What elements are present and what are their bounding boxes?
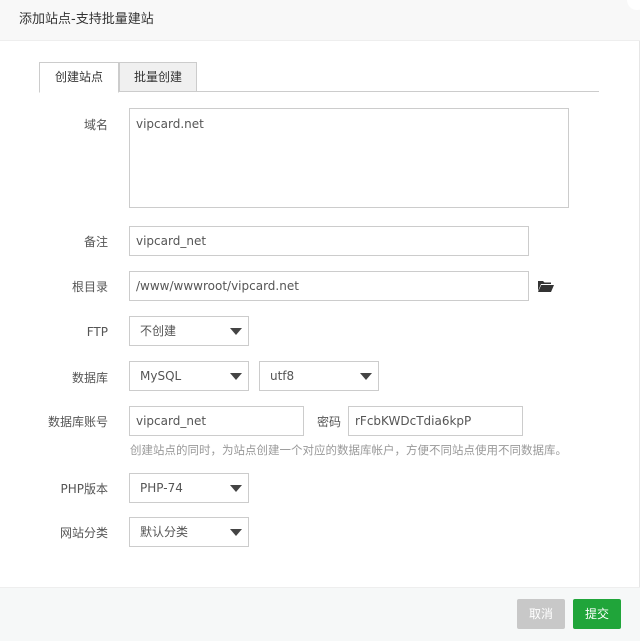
- db-account-input[interactable]: vipcard_net: [129, 406, 304, 436]
- remark-label: 备注: [83, 235, 108, 249]
- site-category-select[interactable]: 默认分类: [129, 517, 249, 547]
- chevron-down-icon: [230, 485, 242, 492]
- site-category-label: 网站分类: [59, 526, 108, 540]
- root-dir-label: 根目录: [71, 280, 108, 294]
- php-version-label: PHP版本: [60, 482, 109, 496]
- remark-input[interactable]: vipcard_net: [129, 226, 529, 256]
- chevron-down-icon: [360, 373, 372, 380]
- ftp-select-value: 不创建: [140, 324, 177, 338]
- db-hint-text: 创建站点的同时，为站点创建一个对应的数据库帐户，方便不同站点使用不同数据库。: [130, 443, 567, 457]
- add-site-dialog: 添加站点-支持批量建站 创建站点 批量创建 域名 vipcard.net 备注 …: [0, 0, 640, 641]
- ftp-label: FTP: [86, 325, 108, 339]
- php-version-value: PHP-74: [140, 481, 183, 495]
- chevron-down-icon: [230, 529, 242, 536]
- tab-batch-create[interactable]: 批量创建: [119, 62, 197, 92]
- tab-create-site[interactable]: 创建站点: [39, 62, 119, 93]
- database-type-select[interactable]: MySQL: [129, 361, 249, 391]
- tab-bar: 创建站点 批量创建: [39, 62, 599, 93]
- database-charset-select[interactable]: utf8: [259, 361, 379, 391]
- cancel-button[interactable]: 取消: [517, 599, 565, 629]
- dialog-titlebar: 添加站点-支持批量建站: [0, 0, 640, 41]
- db-password-input[interactable]: rFcbKWDcTdia6kpP: [348, 406, 523, 436]
- domain-label: 域名: [83, 118, 108, 132]
- chevron-down-icon: [230, 373, 242, 380]
- database-label: 数据库: [71, 371, 108, 385]
- database-charset-value: utf8: [270, 369, 295, 383]
- root-dir-input[interactable]: /www/wwwroot/vipcard.net: [129, 271, 529, 301]
- dialog-footer: 取消 提交: [0, 587, 640, 641]
- php-version-select[interactable]: PHP-74: [129, 473, 249, 503]
- database-type-value: MySQL: [140, 369, 182, 383]
- db-account-label: 数据库账号: [47, 415, 108, 429]
- chevron-down-icon: [230, 328, 242, 335]
- folder-open-icon[interactable]: [537, 279, 555, 293]
- ftp-select[interactable]: 不创建: [129, 316, 249, 346]
- dialog-title: 添加站点-支持批量建站: [19, 12, 154, 27]
- submit-button[interactable]: 提交: [573, 599, 621, 629]
- db-password-label: 密码: [316, 415, 341, 429]
- site-category-value: 默认分类: [140, 525, 189, 539]
- domain-textarea[interactable]: vipcard.net: [129, 108, 569, 208]
